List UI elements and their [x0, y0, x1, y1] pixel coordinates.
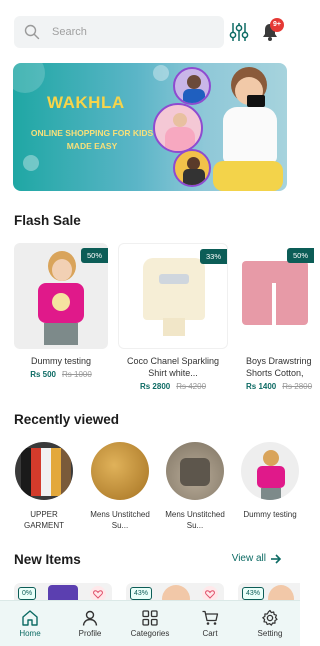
nav-home[interactable]: Home	[0, 601, 60, 646]
discount-badge: 50%	[80, 248, 108, 263]
search-input[interactable]	[52, 26, 192, 38]
product-card[interactable]: 33% Coco Chanel Sparkling Shirt white...…	[118, 243, 228, 391]
nav-cart[interactable]: Cart	[180, 601, 240, 646]
decor-dot	[153, 65, 169, 81]
search-box[interactable]	[14, 16, 224, 48]
notification-badge: 9+	[270, 18, 284, 32]
recently-viewed-title: Recently viewed	[14, 412, 120, 427]
old-price: Rs 2800	[282, 382, 313, 391]
recent-item-label: UPPER GARMENT	[24, 510, 64, 530]
recent-item[interactable]: Dummy testing	[238, 442, 302, 520]
discount-badge: 50%	[286, 248, 314, 263]
product-image: 50%	[236, 243, 314, 349]
banner-title: WAKHLA	[47, 93, 125, 112]
view-all-label: View all	[231, 553, 266, 564]
recent-item[interactable]: Mens Unstitched Su...	[88, 442, 152, 531]
recent-item-image	[241, 442, 299, 500]
decor-dot	[13, 63, 45, 93]
product-price: Rs 1400 Rs 2800	[236, 382, 314, 391]
grid-icon	[142, 610, 158, 626]
current-price: Rs 2800	[139, 382, 171, 391]
filter-icon[interactable]	[228, 21, 250, 43]
discount-badge: 0%	[18, 587, 37, 600]
arrow-right-icon	[271, 553, 282, 564]
product-image: 50%	[14, 243, 108, 349]
nav-label: Setting	[257, 629, 283, 638]
product-name: Boys Drawstring Shorts Cotton, Bol	[246, 356, 312, 378]
product-price: Rs 500 Rs 1000	[14, 370, 108, 379]
discount-badge: 33%	[199, 249, 227, 264]
banner-kid-image	[153, 103, 203, 153]
current-price: Rs 500	[30, 370, 56, 379]
view-all-link[interactable]: View all	[232, 553, 282, 564]
gear-icon	[262, 609, 278, 626]
bottom-navigation: Home Profile Categories Cart Setting	[0, 600, 300, 646]
product-card[interactable]: 50% Dummy testing Rs 500 Rs 1000	[14, 243, 108, 379]
recent-item-label: Mens Unstitched Su...	[90, 510, 150, 530]
cart-icon	[202, 610, 219, 625]
recent-item[interactable]: UPPER GARMENT	[12, 442, 76, 531]
recent-item-image	[166, 442, 224, 500]
discount-badge: 43%	[242, 587, 265, 600]
promo-banner[interactable]: WAKHLA ONLINE SHOPPING FOR KIDS MADE EAS…	[13, 63, 287, 191]
decor-dot	[23, 155, 39, 171]
nav-setting[interactable]: Setting	[240, 601, 300, 646]
home-icon	[22, 610, 38, 626]
banner-kid-image	[173, 67, 211, 105]
product-price: Rs 2800 Rs 4200	[118, 382, 228, 391]
old-price: Rs 1000	[62, 370, 92, 379]
banner-subtitle: ONLINE SHOPPING FOR KIDS MADE EASY	[30, 128, 154, 151]
nav-label: Profile	[78, 629, 102, 638]
current-price: Rs 1400	[246, 382, 277, 391]
flash-sale-list: 50% Dummy testing Rs 500 Rs 1000 33% Coco…	[14, 243, 314, 393]
recent-item-label: Mens Unstitched Su...	[165, 510, 225, 530]
new-items-title: New Items	[14, 552, 81, 567]
product-name: Dummy testing	[30, 356, 92, 366]
product-card[interactable]: 50% Boys Drawstring Shorts Cotton, Bol R…	[236, 243, 314, 391]
product-image: 33%	[118, 243, 228, 349]
recent-item-image	[91, 442, 149, 500]
user-icon	[82, 610, 98, 626]
nav-label: Categories	[130, 629, 170, 638]
recent-item-image	[15, 442, 73, 500]
old-price: Rs 4200	[176, 382, 207, 391]
top-bar: 9+	[14, 16, 286, 48]
nav-profile[interactable]: Profile	[60, 601, 120, 646]
nav-categories[interactable]: Categories	[120, 601, 180, 646]
banner-kid-image	[173, 149, 211, 187]
nav-label: Home	[19, 629, 41, 638]
recent-item[interactable]: Mens Unstitched Su...	[163, 442, 227, 531]
banner-boy-image	[213, 63, 287, 191]
flash-sale-title: Flash Sale	[14, 213, 81, 228]
recent-item-label: Dummy testing	[243, 510, 297, 519]
nav-label: Cart	[202, 629, 218, 638]
discount-badge: 43%	[130, 587, 153, 600]
product-name: Coco Chanel Sparkling Shirt white...	[126, 356, 220, 378]
search-icon	[24, 24, 40, 40]
